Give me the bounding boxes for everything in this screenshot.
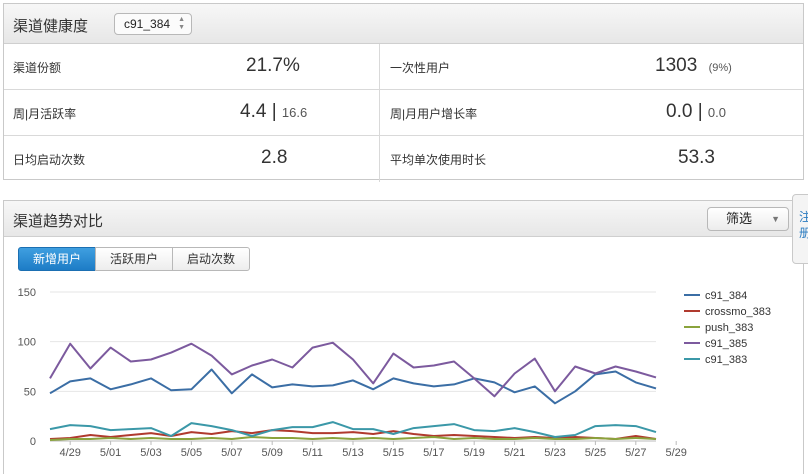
metric-tabs: 新增用户 活跃用户 启动次数 xyxy=(18,247,251,271)
filter-label: 筛选 xyxy=(726,211,753,226)
stat-value-daily-launches: 2.8 xyxy=(261,147,287,169)
stat-row: 周|月活跃率 4.4 | 16.6 周|月用户增长率 0.0 | 0.0 xyxy=(4,90,803,136)
updown-arrows-icon: ▲ ▼ xyxy=(178,16,185,31)
stat-label-channel-share: 渠道份额 xyxy=(13,61,62,75)
side-tab-label: 注册 xyxy=(799,210,808,240)
stat-separator: | xyxy=(697,101,703,122)
stat-label-avg-session: 平均单次使用时长 xyxy=(390,153,487,167)
stat-number: 4.4 xyxy=(240,101,267,122)
stat-value-active-rate: 4.4 | 16.6 xyxy=(240,101,307,123)
channel-select-value: c91_384 xyxy=(124,17,171,31)
channel-health-panel: 渠道健康度 c91_384 ▲ ▼ 渠道份额 21.7% 一次性用户 1303 (… xyxy=(3,3,804,182)
channel-health-title: 渠道健康度 xyxy=(13,18,89,35)
stat-divider xyxy=(379,136,380,182)
stat-row: 渠道份额 21.7% 一次性用户 1303 (9%) xyxy=(4,44,803,90)
stat-label-active-rate: 周|月活跃率 xyxy=(13,107,77,121)
tab-new-users[interactable]: 新增用户 xyxy=(18,247,97,271)
stat-value-growth-rate: 0.0 | 0.0 xyxy=(666,101,726,123)
stat-row: 日均启动次数 2.8 平均单次使用时长 53.3 xyxy=(4,136,803,182)
stat-separator: | xyxy=(271,101,277,122)
stat-number: 0.0 xyxy=(666,101,693,122)
channel-trend-header: 渠道趋势对比 筛选 ▼ xyxy=(4,201,803,237)
health-stats: 渠道份额 21.7% 一次性用户 1303 (9%) 周|月活跃率 4.4 | … xyxy=(4,44,803,182)
stat-value-one-time-users: 1303 (9%) xyxy=(655,55,732,77)
stat-sub-number: 0.0 xyxy=(707,105,726,120)
stat-number: 1303 xyxy=(655,55,698,76)
channel-trend-panel: 渠道趋势对比 筛选 ▼ 新增用户 活跃用户 启动次数 xyxy=(3,200,804,474)
chevron-down-icon: ▼ xyxy=(771,214,780,224)
stat-percent: (9%) xyxy=(708,62,732,74)
stat-number: 2.8 xyxy=(261,147,288,168)
stat-number: 21.7% xyxy=(246,55,300,76)
stat-label-daily-launches: 日均启动次数 xyxy=(13,153,86,167)
stat-value-channel-share: 21.7% xyxy=(246,55,300,77)
stat-label-one-time-users: 一次性用户 xyxy=(390,61,451,75)
filter-button[interactable]: 筛选 ▼ xyxy=(707,207,789,231)
channel-health-header: 渠道健康度 c91_384 ▲ ▼ xyxy=(4,4,803,44)
stat-number: 53.3 xyxy=(678,147,715,168)
stat-divider xyxy=(379,90,380,135)
stat-label-growth-rate: 周|月用户增长率 xyxy=(390,107,478,121)
side-register-tab[interactable]: 注册 xyxy=(792,194,808,264)
stat-divider xyxy=(379,44,380,89)
channel-select[interactable]: c91_384 ▲ ▼ xyxy=(114,13,192,35)
stat-value-avg-session: 53.3 xyxy=(678,147,715,169)
tab-active-users[interactable]: 活跃用户 xyxy=(95,247,174,271)
channel-trend-title: 渠道趋势对比 xyxy=(13,213,104,230)
tab-launch-count[interactable]: 启动次数 xyxy=(172,247,251,271)
stat-sub-number: 16.6 xyxy=(281,105,308,120)
